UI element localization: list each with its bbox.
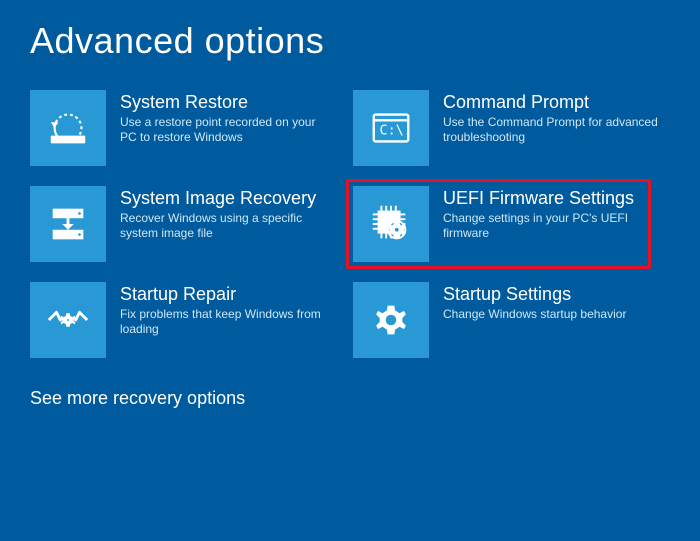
option-startup-repair[interactable]: Startup Repair Fix problems that keep Wi…	[30, 282, 335, 358]
page-title: Advanced options	[30, 20, 670, 62]
option-startup-settings[interactable]: Startup Settings Change Windows startup …	[353, 282, 658, 358]
option-desc: Fix problems that keep Windows from load…	[120, 307, 335, 338]
system-restore-icon	[30, 90, 106, 166]
uefi-firmware-icon	[353, 186, 429, 262]
option-command-prompt[interactable]: C:\ Command Prompt Use the Command Promp…	[353, 90, 658, 166]
option-title: System Image Recovery	[120, 188, 335, 209]
option-desc: Use the Command Prompt for advanced trou…	[443, 115, 658, 146]
see-more-link[interactable]: See more recovery options	[30, 388, 670, 409]
option-title: Command Prompt	[443, 92, 658, 113]
option-system-image-recovery[interactable]: System Image Recovery Recover Windows us…	[30, 186, 335, 262]
option-title: Startup Settings	[443, 284, 658, 305]
svg-text:C:\: C:\	[380, 124, 404, 139]
option-desc: Use a restore point recorded on your PC …	[120, 115, 335, 146]
command-prompt-icon: C:\	[353, 90, 429, 166]
option-desc: Change settings in your PC's UEFI firmwa…	[443, 211, 644, 242]
option-system-restore[interactable]: System Restore Use a restore point recor…	[30, 90, 335, 166]
option-uefi-firmware-settings[interactable]: UEFI Firmware Settings Change settings i…	[346, 179, 651, 269]
startup-repair-icon	[30, 282, 106, 358]
option-desc: Recover Windows using a specific system …	[120, 211, 335, 242]
option-title: Startup Repair	[120, 284, 335, 305]
option-title: System Restore	[120, 92, 335, 113]
option-title: UEFI Firmware Settings	[443, 188, 644, 209]
options-grid: System Restore Use a restore point recor…	[30, 90, 670, 358]
option-desc: Change Windows startup behavior	[443, 307, 658, 323]
system-image-recovery-icon	[30, 186, 106, 262]
startup-settings-icon	[353, 282, 429, 358]
